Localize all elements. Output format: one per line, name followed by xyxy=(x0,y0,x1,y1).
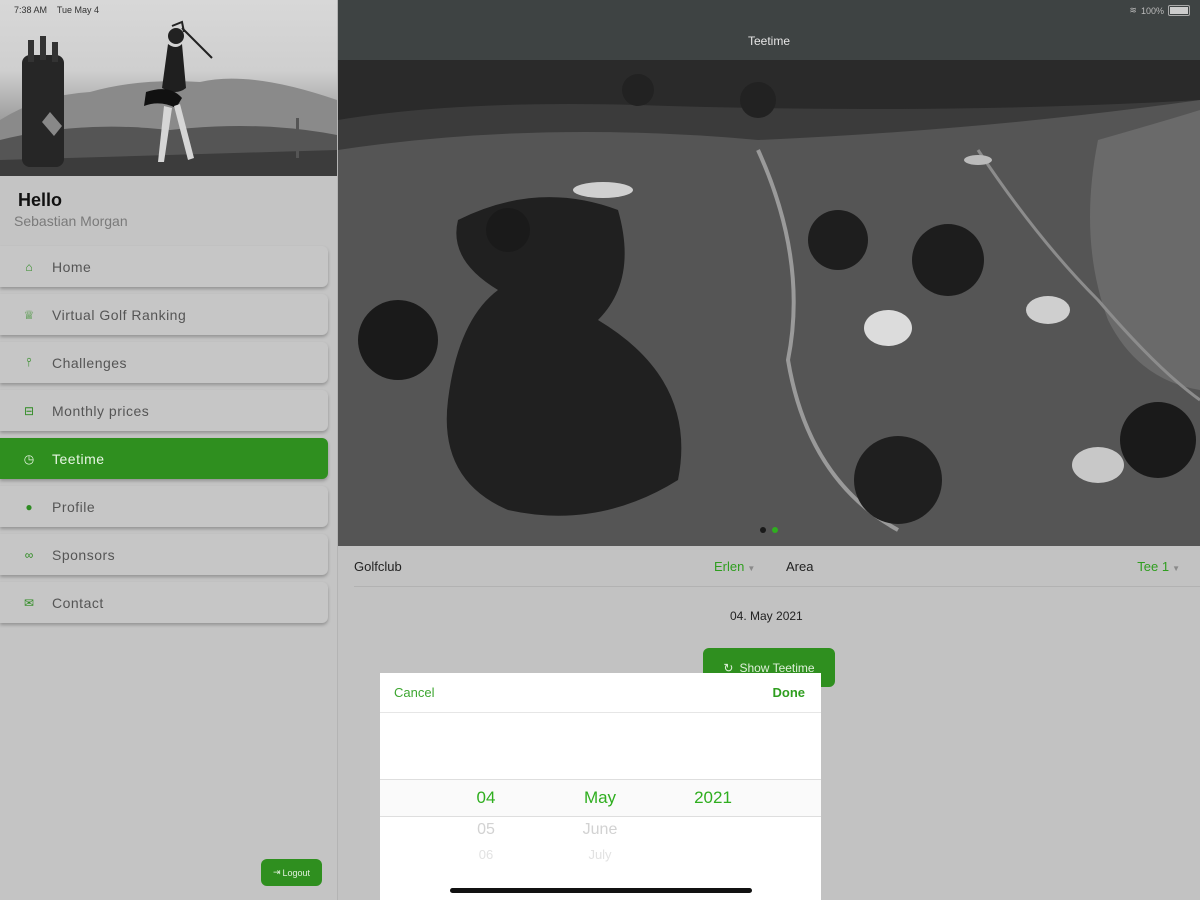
top-bar: Teetime xyxy=(338,0,1200,60)
handshake-icon: ∞ xyxy=(24,547,34,562)
divider xyxy=(354,586,1200,587)
golfclub-dropdown[interactable]: Erlen ▼ xyxy=(714,559,755,574)
sidebar-menu: ⌂ Home ♕ Virtual Golf Ranking ⫯ Challeng… xyxy=(0,246,328,630)
sidebar-item-contact[interactable]: ✉ Contact xyxy=(0,582,328,623)
sidebar-item-sponsors[interactable]: ∞ Sponsors xyxy=(0,534,328,575)
battery-icon xyxy=(1168,5,1190,16)
page-title: Teetime xyxy=(747,34,791,48)
logout-icon: ⇥ xyxy=(272,867,281,877)
done-button[interactable]: Done xyxy=(773,685,806,700)
date-picker-header: Cancel Done xyxy=(380,673,821,713)
status-date: Tue May 4 xyxy=(56,5,100,15)
picker-month-selected[interactable]: May xyxy=(555,788,645,808)
stopwatch-icon: ◷ xyxy=(23,451,35,466)
chevron-down-icon: ▼ xyxy=(1172,564,1180,573)
picker-month-option[interactable]: June xyxy=(555,821,645,839)
sidebar-item-virtual-golf-ranking[interactable]: ♕ Virtual Golf Ranking xyxy=(0,294,328,335)
home-icon: ⌂ xyxy=(25,259,33,274)
picker-day-option[interactable]: 06 xyxy=(441,847,531,862)
battery-percent: 100% xyxy=(1140,5,1164,16)
sidebar-item-teetime[interactable]: ◷ Teetime xyxy=(0,438,328,479)
cancel-button[interactable]: Cancel xyxy=(394,685,434,700)
page-dot-active[interactable] xyxy=(772,527,778,533)
golfclub-area-row: Golfclub Erlen ▼ Area Tee 1 ▼ xyxy=(338,546,1200,586)
picker-year-selected[interactable]: 2021 xyxy=(668,788,758,808)
sidebar-item-monthly-prices[interactable]: ⊟ Monthly prices xyxy=(0,390,328,431)
sidebar-hero-image xyxy=(0,0,337,176)
area-label: Area xyxy=(786,559,814,574)
golf-course-image xyxy=(338,60,1200,546)
golfclub-value: Erlen xyxy=(714,559,745,574)
user-name: Sebastian Morgan xyxy=(14,213,128,229)
home-indicator[interactable] xyxy=(450,888,752,893)
greeting: Hello xyxy=(18,190,63,210)
picker-day-selected[interactable]: 04 xyxy=(441,788,531,808)
sidebar-item-label: Monthly prices xyxy=(52,402,150,419)
carousel-page-indicator[interactable] xyxy=(760,527,778,533)
sidebar-item-label: Challenges xyxy=(52,354,128,371)
golfclub-label: Golfclub xyxy=(354,559,402,574)
chevron-down-icon: ▼ xyxy=(747,564,756,573)
person-icon: ● xyxy=(25,499,33,514)
date-picker: Cancel Done 04 May 2021 05 June 06 July xyxy=(380,673,821,900)
status-time: 7:38 AM xyxy=(14,5,48,15)
sidebar-item-label: Sponsors xyxy=(52,546,116,563)
sidebar-item-label: Profile xyxy=(52,498,96,515)
sidebar-item-profile[interactable]: ● Profile xyxy=(0,486,328,527)
gift-icon: ⊟ xyxy=(23,403,35,418)
area-value: Tee 1 xyxy=(1137,559,1170,574)
area-dropdown[interactable]: Tee 1 ▼ xyxy=(1137,559,1180,574)
status-bar-left: 7:38 AM Tue May 4 xyxy=(14,5,99,15)
page-dot[interactable] xyxy=(760,527,766,533)
sidebar: Hello Sebastian Morgan ⌂ Home ♕ Virtual … xyxy=(0,0,338,900)
sidebar-item-label: Home xyxy=(52,258,92,275)
picker-month-option[interactable]: July xyxy=(555,847,645,862)
sidebar-item-label: Teetime xyxy=(52,450,105,467)
mail-icon: ✉ xyxy=(23,595,35,610)
logout-button[interactable]: ⇥ Logout xyxy=(261,859,322,886)
sidebar-item-challenges[interactable]: ⫯ Challenges xyxy=(0,342,328,383)
golf-tee-icon: ⫯ xyxy=(26,355,32,369)
logout-label: Logout xyxy=(282,867,311,878)
sidebar-item-label: Virtual Golf Ranking xyxy=(52,306,187,323)
sidebar-item-label: Contact xyxy=(52,594,104,611)
trophy-icon: ♕ xyxy=(23,307,35,322)
status-bar-right: ≋ 100% xyxy=(1129,5,1190,16)
wifi-icon: ≋ xyxy=(1129,5,1137,15)
picker-day-option[interactable]: 05 xyxy=(441,821,531,839)
selected-date[interactable]: 04. May 2021 xyxy=(730,609,803,623)
sidebar-item-home[interactable]: ⌂ Home xyxy=(0,246,328,287)
